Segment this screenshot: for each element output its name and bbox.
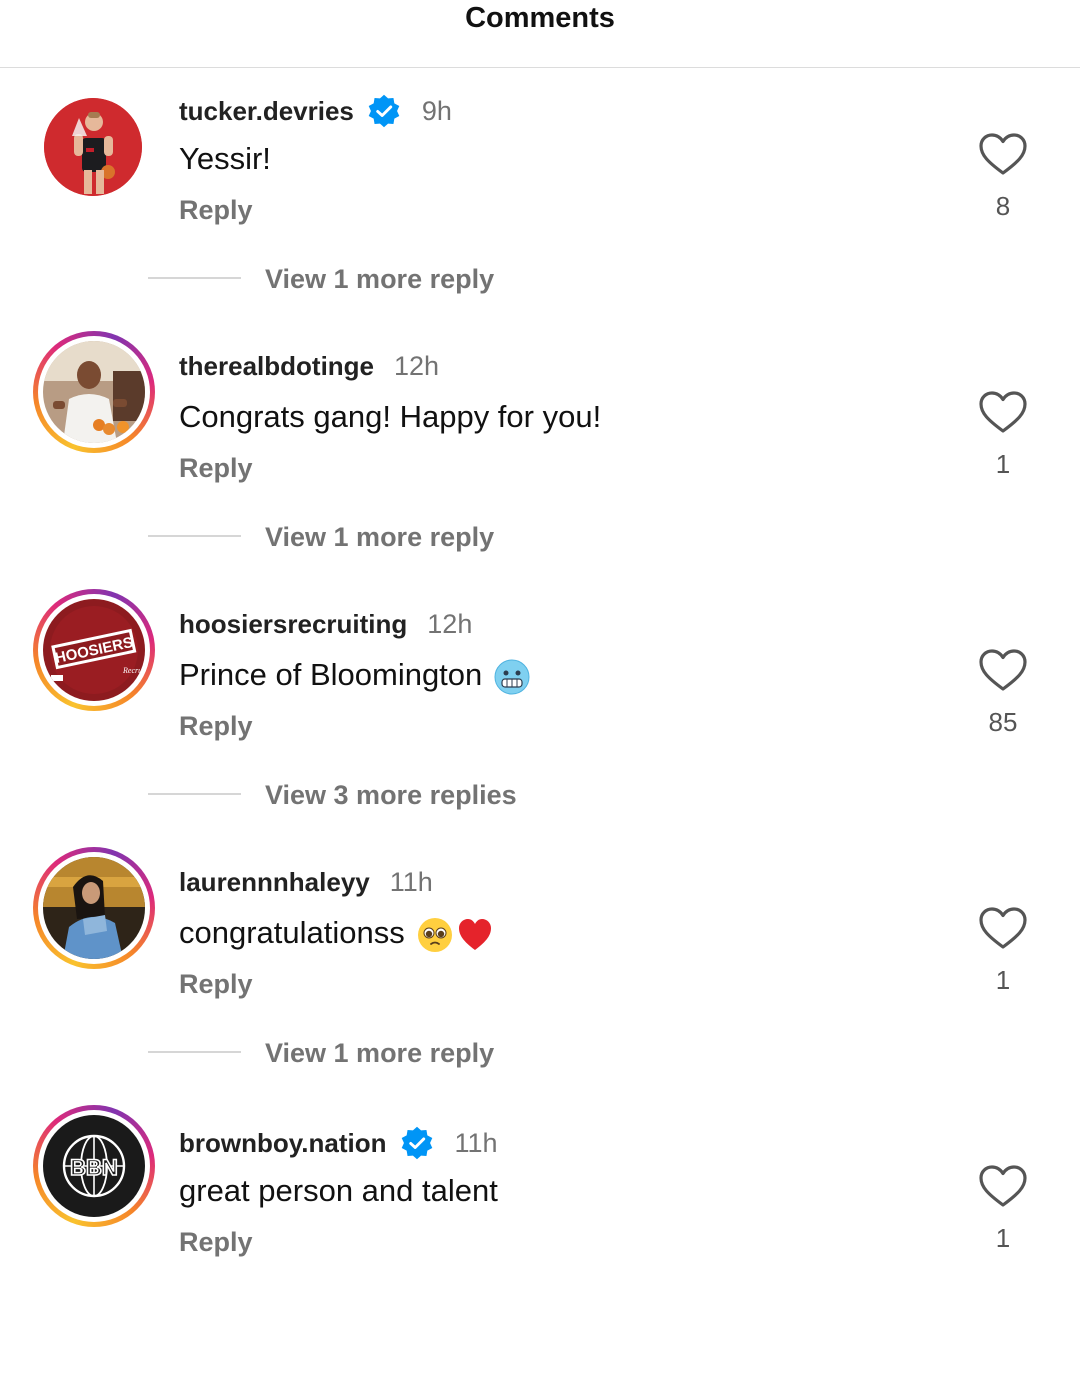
like-count: 85	[988, 707, 1018, 737]
comment-text: Congrats gang! Happy for you!	[179, 399, 602, 434]
divider	[148, 535, 241, 537]
red-heart-emoji-icon	[458, 918, 491, 950]
comment-username-row: tucker.devries 9h	[179, 93, 452, 129]
comment-text: Yessir!	[179, 141, 271, 176]
comment-username-row: brownboy.nation 11h	[179, 1125, 498, 1161]
avatar[interactable]	[33, 83, 155, 205]
bbn-logo-icon: BBN	[43, 1115, 145, 1217]
svg-text:BBN: BBN	[70, 1155, 118, 1180]
svg-text:Recruiting: Recruiting	[122, 666, 145, 675]
reply-button[interactable]: Reply	[179, 711, 253, 742]
cold-face-emoji-icon	[494, 659, 530, 695]
comment-timestamp: 12h	[427, 609, 473, 639]
comment-username[interactable]: tucker.devries	[179, 96, 354, 127]
divider	[148, 277, 241, 279]
comment-text: congratulationss	[179, 915, 493, 953]
avatar[interactable]	[33, 331, 155, 453]
avatar-ring-gap	[38, 336, 150, 448]
avatar-ring-gap	[38, 852, 150, 964]
view-more-replies-button[interactable]: View 3 more replies	[265, 780, 517, 811]
verified-badge-icon	[401, 1126, 432, 1160]
man-photo-icon	[43, 341, 145, 443]
comment-username[interactable]: brownboy.nation	[179, 1128, 387, 1159]
comment-item: laurennnhaleyy 11h congratulationss Repl…	[0, 847, 1080, 1116]
comment-timestamp: 11h	[454, 1127, 498, 1158]
verified-badge-icon	[368, 94, 400, 128]
like-count: 8	[995, 191, 1011, 221]
comment-username[interactable]: therealbdotinge	[179, 351, 374, 382]
heart-icon[interactable]	[978, 648, 1028, 692]
divider	[148, 1051, 241, 1053]
woman-photo-icon	[43, 857, 145, 959]
comment-username-row: laurennnhaleyy 11h	[179, 867, 433, 898]
hoosiers-logo-icon: HOOSIERS Recruiting	[43, 599, 145, 701]
comment-item: HOOSIERS Recruiting hoosiersrecruiting 1…	[0, 589, 1080, 858]
divider	[148, 793, 241, 795]
like-count: 1	[995, 449, 1011, 479]
view-more-replies-button[interactable]: View 1 more reply	[265, 522, 494, 553]
comment-item: therealbdotinge 12h Congrats gang! Happy…	[0, 331, 1080, 600]
avatar-ring-gap: BBN	[38, 1110, 150, 1222]
comment-username-row: therealbdotinge 12h	[179, 351, 439, 382]
heart-icon[interactable]	[978, 1164, 1028, 1208]
comment-item: BBN brownboy.nation 11h great person and…	[0, 1105, 1080, 1374]
heart-icon[interactable]	[978, 132, 1028, 176]
avatar[interactable]	[33, 847, 155, 969]
comment-item: tucker.devries 9h Yessir! Reply 8 View 1…	[0, 84, 1080, 342]
comment-username[interactable]: hoosiersrecruiting	[179, 609, 407, 640]
basketball-player-photo-icon	[44, 98, 142, 196]
view-more-replies-button[interactable]: View 1 more reply	[265, 1038, 494, 1069]
heart-icon[interactable]	[978, 390, 1028, 434]
comment-text: great person and talent	[179, 1173, 498, 1208]
comment-timestamp: 9h	[421, 95, 452, 126]
avatar[interactable]: HOOSIERS Recruiting	[33, 589, 155, 711]
comment-timestamp: 11h	[389, 867, 433, 897]
view-more-replies-button[interactable]: View 1 more reply	[265, 264, 494, 295]
comment-username-row: hoosiersrecruiting 12h	[179, 609, 472, 640]
avatar-ring-gap: HOOSIERS Recruiting	[38, 594, 150, 706]
comments-header: Comments	[0, 0, 1080, 68]
pleading-face-emoji-icon	[417, 917, 452, 952]
comment-text: Prince of Bloomington	[179, 657, 530, 695]
reply-button[interactable]: Reply	[179, 453, 253, 484]
comment-timestamp: 12h	[394, 351, 440, 381]
like-count: 1	[995, 1223, 1011, 1253]
page-title: Comments	[465, 2, 615, 34]
reply-button[interactable]: Reply	[179, 1227, 253, 1258]
comment-username[interactable]: laurennnhaleyy	[179, 867, 370, 898]
heart-icon[interactable]	[978, 906, 1028, 950]
reply-button[interactable]: Reply	[179, 969, 253, 1000]
like-count: 1	[995, 965, 1011, 995]
avatar[interactable]: BBN	[33, 1105, 155, 1227]
reply-button[interactable]: Reply	[179, 195, 253, 226]
